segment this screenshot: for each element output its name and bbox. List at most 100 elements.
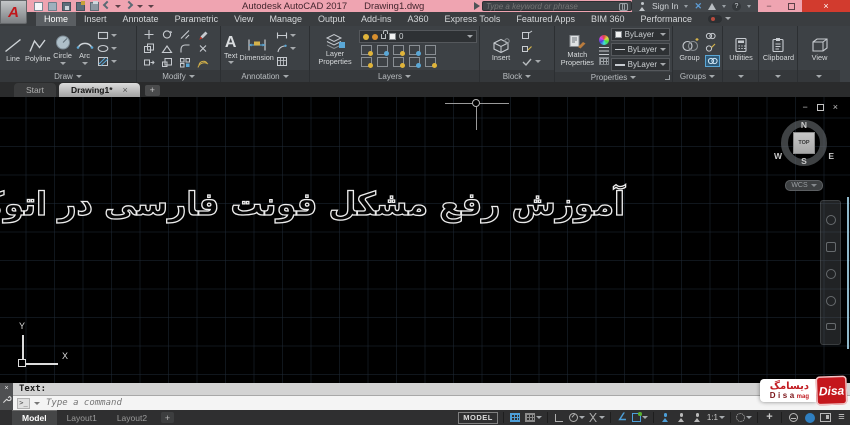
layer-thaw-all-icon[interactable] bbox=[377, 57, 388, 67]
wcs-dropdown[interactable]: WCS bbox=[785, 180, 823, 191]
polar-tracking-icon[interactable] bbox=[569, 413, 578, 422]
rectangle-dropdown-icon[interactable] bbox=[111, 34, 117, 37]
annotation-visibility-icon[interactable] bbox=[662, 413, 669, 422]
layer-match-icon[interactable] bbox=[425, 45, 436, 55]
panel-label-draw[interactable]: Draw bbox=[0, 70, 136, 82]
command-prompt-icon[interactable]: >_ bbox=[17, 398, 30, 409]
undo-icon[interactable] bbox=[103, 1, 111, 9]
viewcube-west[interactable]: W bbox=[774, 151, 782, 161]
object-snap-tracking-icon[interactable]: ∠ bbox=[618, 413, 627, 423]
erase-icon[interactable] bbox=[197, 29, 209, 40]
drawing-canvas[interactable]: آموزش رفع مشکل فونت فارسی در اتوکد − × N… bbox=[0, 97, 850, 383]
utilities-tool[interactable]: Utilities bbox=[729, 35, 753, 62]
exchange-apps-icon[interactable]: ✕ bbox=[694, 1, 702, 12]
tab-view[interactable]: View bbox=[226, 12, 261, 26]
leader-icon[interactable] bbox=[276, 30, 288, 41]
recorder-icon[interactable] bbox=[708, 15, 722, 23]
clean-screen-icon[interactable] bbox=[820, 413, 831, 422]
a360-icon[interactable] bbox=[708, 3, 716, 10]
layout-tab-layout2[interactable]: Layout2 bbox=[107, 410, 157, 425]
tab-featured-apps[interactable]: Featured Apps bbox=[508, 12, 583, 26]
layer-thaw-icon[interactable] bbox=[372, 34, 378, 40]
steering-wheel-icon[interactable] bbox=[826, 215, 836, 225]
layer-dropdown[interactable]: 0 bbox=[359, 30, 477, 43]
qat-customize-icon[interactable] bbox=[148, 5, 154, 8]
mirror-icon[interactable] bbox=[161, 43, 173, 54]
tab-a360[interactable]: A360 bbox=[400, 12, 437, 26]
annotation-autoscale-icon[interactable] bbox=[678, 413, 685, 422]
panel-label-clipboard[interactable] bbox=[759, 70, 797, 82]
isolate-objects-icon[interactable] bbox=[789, 413, 798, 422]
command-close-icon[interactable]: × bbox=[4, 385, 8, 392]
annotation-expand-icon[interactable] bbox=[283, 75, 289, 78]
viewcube-south[interactable]: S bbox=[788, 156, 820, 166]
clipboard-expand-icon[interactable] bbox=[775, 75, 781, 78]
arc-dropdown-icon[interactable] bbox=[82, 62, 88, 65]
layer-walk-icon[interactable] bbox=[425, 57, 436, 67]
snap-dropdown-icon[interactable] bbox=[536, 416, 542, 419]
block-check-dropdown-icon[interactable] bbox=[535, 60, 541, 63]
plot-style-icon[interactable] bbox=[599, 57, 609, 65]
tab-performance[interactable]: Performance bbox=[632, 12, 700, 26]
layer-color-swatch[interactable] bbox=[389, 33, 396, 40]
layout-tab-model[interactable]: Model bbox=[12, 410, 57, 425]
polyline-tool[interactable]: Polyline bbox=[25, 35, 51, 63]
help-icon[interactable]: ? bbox=[732, 2, 741, 11]
panel-label-block[interactable]: Block bbox=[480, 70, 554, 82]
search-icon[interactable] bbox=[619, 3, 628, 9]
annotation-scale-value[interactable]: 1:1 bbox=[707, 413, 718, 422]
pan-icon[interactable] bbox=[826, 242, 836, 252]
layer-isolate-icon[interactable] bbox=[377, 45, 388, 55]
redo-dropdown-icon[interactable] bbox=[137, 5, 143, 8]
lineweight-dropdown[interactable]: ByLayer bbox=[611, 58, 670, 71]
command-line-grip[interactable]: × bbox=[0, 383, 13, 410]
table-icon[interactable] bbox=[276, 56, 288, 67]
block-expand-icon[interactable] bbox=[525, 75, 531, 78]
layer-off-icon[interactable] bbox=[361, 45, 372, 55]
orbit-icon[interactable] bbox=[826, 296, 836, 306]
ungroup-icon[interactable] bbox=[705, 31, 716, 41]
explode-icon[interactable] bbox=[197, 43, 209, 54]
search-input[interactable] bbox=[486, 2, 615, 11]
panel-label-modify[interactable]: Modify bbox=[137, 70, 220, 82]
command-input[interactable] bbox=[44, 397, 850, 409]
viewcube-east[interactable]: E bbox=[828, 151, 834, 161]
properties-expand-icon[interactable] bbox=[630, 76, 636, 79]
lineweight-dropdown-icon[interactable] bbox=[660, 63, 666, 66]
linetype-dropdown[interactable]: ByLayer bbox=[611, 43, 670, 56]
group-tool[interactable]: Group bbox=[676, 35, 703, 62]
insert-tool[interactable]: Insert bbox=[483, 35, 519, 62]
annotation-monitor-icon[interactable]: + bbox=[766, 412, 772, 423]
layer-lock-icon[interactable] bbox=[409, 45, 420, 55]
panel-label-properties[interactable]: Properties bbox=[555, 72, 672, 82]
viewport-close-icon[interactable]: × bbox=[833, 102, 838, 112]
edit-attributes-icon[interactable] bbox=[521, 43, 533, 54]
tab-manage[interactable]: Manage bbox=[261, 12, 310, 26]
group-edit-icon[interactable] bbox=[705, 43, 716, 53]
isometric-drafting-icon[interactable] bbox=[588, 413, 598, 422]
sign-in-dropdown-icon[interactable] bbox=[684, 5, 688, 8]
workspace-switching-icon[interactable] bbox=[736, 413, 745, 422]
viewport-restore-icon[interactable] bbox=[817, 104, 824, 111]
model-space-button[interactable]: MODEL bbox=[458, 412, 498, 424]
restore-button[interactable] bbox=[780, 0, 802, 12]
rotate-icon[interactable] bbox=[161, 29, 173, 40]
clipboard-tool[interactable]: Clipboard bbox=[763, 35, 794, 62]
ellipse-tool-icon[interactable] bbox=[97, 43, 109, 54]
tab-output[interactable]: Output bbox=[310, 12, 353, 26]
open-file-icon[interactable] bbox=[48, 2, 57, 11]
annotation-scale-icon[interactable] bbox=[694, 413, 701, 422]
layer-unlock2-icon[interactable] bbox=[393, 57, 404, 67]
customization-menu-icon[interactable]: ≡ bbox=[838, 412, 844, 423]
osnap-dropdown-icon[interactable] bbox=[642, 416, 648, 419]
groups-expand-icon[interactable] bbox=[709, 75, 715, 78]
layer-freeze-icon[interactable] bbox=[393, 45, 404, 55]
help-dropdown-icon[interactable] bbox=[747, 5, 751, 8]
tab-express-tools[interactable]: Express Tools bbox=[437, 12, 509, 26]
new-drawing-button[interactable]: + bbox=[145, 85, 160, 96]
viewcube-top-face[interactable]: TOP bbox=[793, 132, 815, 154]
tab-annotate[interactable]: Annotate bbox=[115, 12, 167, 26]
view-expand-icon[interactable] bbox=[816, 75, 822, 78]
search-box[interactable] bbox=[482, 1, 632, 11]
tab-addins[interactable]: Add-ins bbox=[353, 12, 400, 26]
